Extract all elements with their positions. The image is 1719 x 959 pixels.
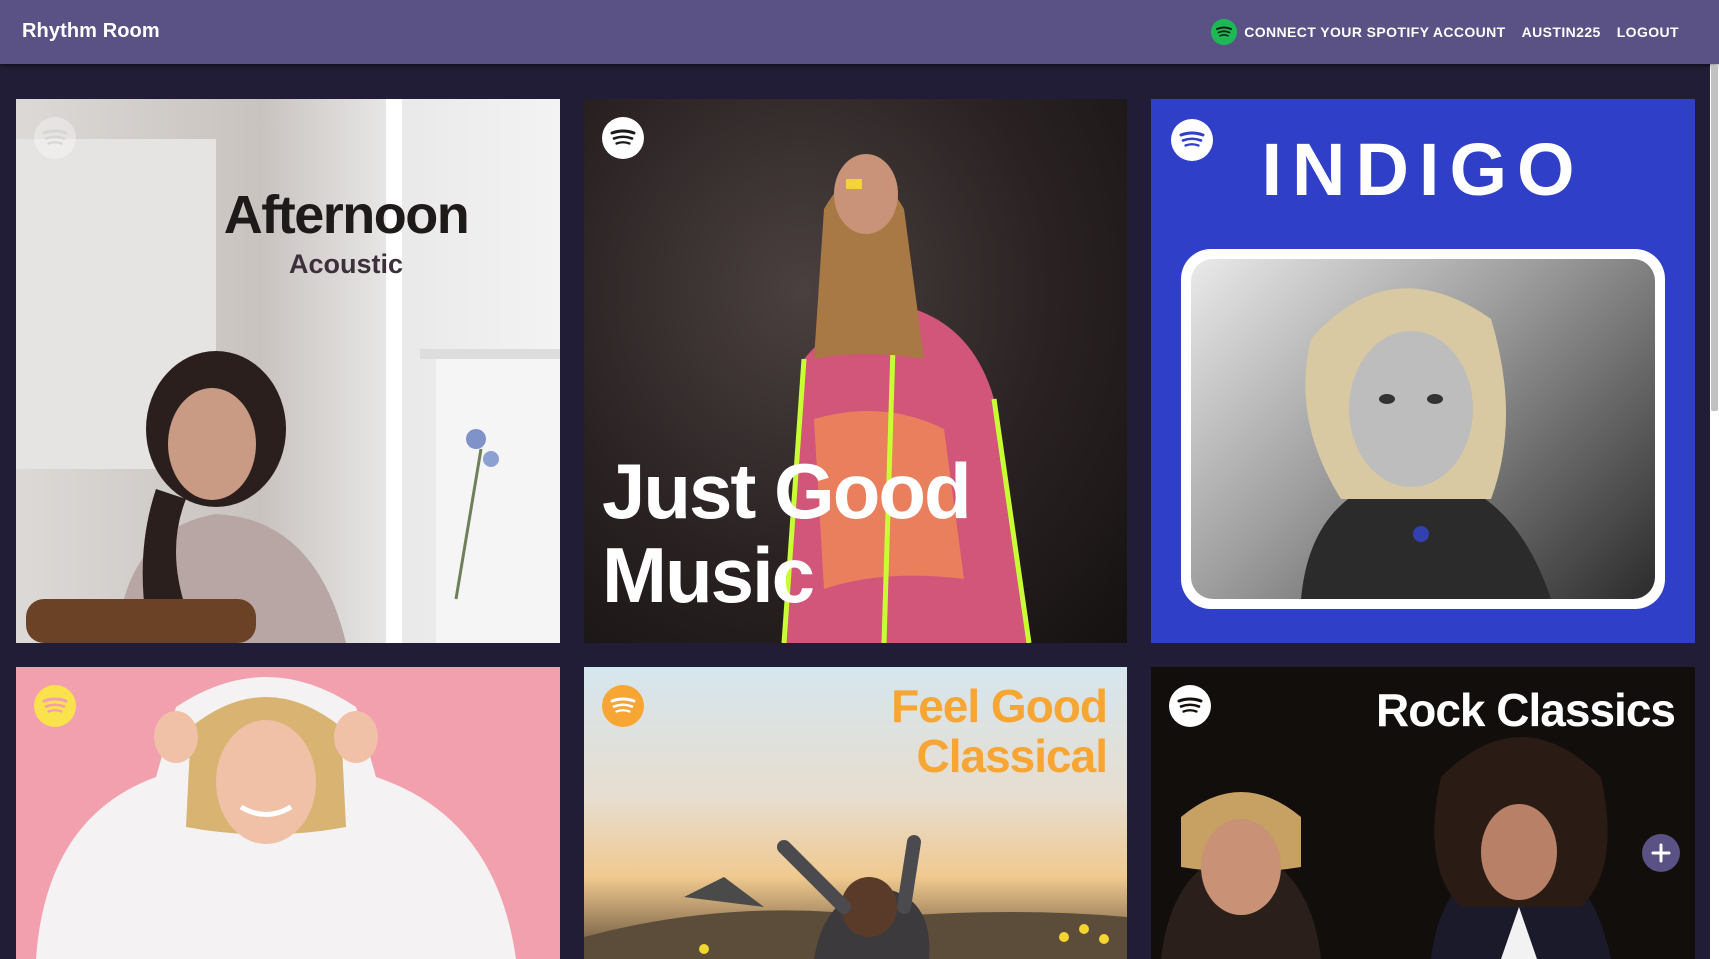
connect-spotify-label: CONNECT YOUR SPOTIFY ACCOUNT (1244, 24, 1506, 40)
playlist-card-indigo[interactable]: INDIGO (1151, 99, 1695, 643)
playlist-subtitle: Acoustic (288, 249, 404, 279)
spotify-icon (602, 685, 644, 727)
spotify-icon (1211, 19, 1238, 45)
top-nav: CONNECT YOUR SPOTIFY ACCOUNT AUSTIN225 L… (1195, 0, 1679, 64)
spotify-icon (34, 117, 76, 159)
cover-art-indigo (1301, 288, 1551, 599)
logout-button[interactable]: LOGOUT (1617, 24, 1679, 40)
app-bar: Rhythm Room CONNECT YOUR SPOTIFY ACCOUNT… (0, 0, 1719, 64)
spotify-icon (1169, 685, 1211, 727)
app-title[interactable]: Rhythm Room (22, 20, 160, 43)
scrollbar-thumb[interactable] (1711, 66, 1718, 411)
playlist-card-afternoon-acoustic[interactable]: Afternoon Acoustic (16, 99, 560, 643)
playlist-subtitle: Classical (916, 730, 1108, 782)
cover-photo (1191, 259, 1655, 599)
playlist-title: Afternoon (223, 185, 470, 245)
cover-art-afternoon (16, 99, 560, 643)
playlist-card-rock-classics[interactable]: Rock Classics (1151, 667, 1695, 959)
spotify-icon (602, 117, 644, 159)
playlist-card-pink[interactable] (16, 667, 560, 959)
connect-spotify-button[interactable]: CONNECT YOUR SPOTIFY ACCOUNT (1211, 19, 1505, 45)
plus-icon (1651, 843, 1671, 863)
playlist-card-feel-good-classical[interactable]: Feel Good Classical (584, 667, 1127, 959)
cover-art-pink (36, 677, 516, 959)
add-playlist-button[interactable] (1642, 834, 1680, 872)
playlist-title: Rock Classics (1376, 684, 1676, 736)
playlist-title-block: Just Good Music (602, 447, 972, 619)
playlist-title: Just Good (602, 447, 972, 535)
playlist-title: Feel Good (891, 680, 1108, 732)
playlist-subtitle: Music (602, 531, 815, 619)
spotify-icon (34, 685, 76, 727)
playlist-title: INDIGO (1261, 128, 1585, 211)
user-account-button[interactable]: AUSTIN225 (1522, 24, 1601, 40)
playlist-title-block: Feel Good Classical (891, 680, 1108, 782)
playlist-card-just-good-music[interactable]: Just Good Music (584, 99, 1127, 643)
